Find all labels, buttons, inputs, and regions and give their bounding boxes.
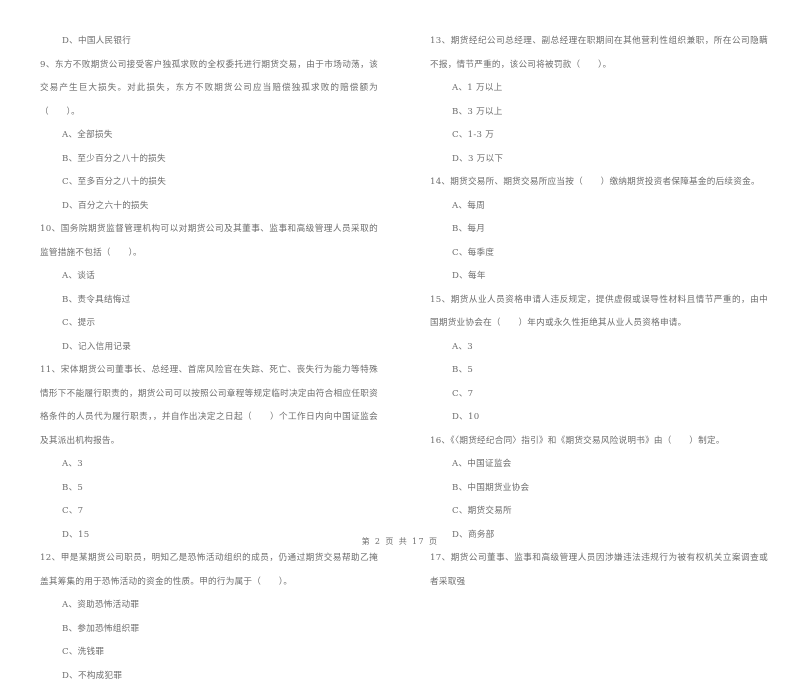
question-17-stem: 17、期货公司董事、监事和高级管理人员因涉嫌违法违规行为被有权机关立案调查或者采… xyxy=(430,547,768,594)
question-10-option-a: A、谈话 xyxy=(40,265,378,289)
question-12: 12、甲是某期货公司职员，明知乙是恐怖活动组织的成员，仍通过期货交易帮助乙掩盖其… xyxy=(40,547,378,688)
question-15-option-a: A、3 xyxy=(430,336,768,360)
question-13: 13、期货经纪公司总经理、副总经理在职期间在其他营利性组织兼职，所在公司隐瞒不报… xyxy=(430,30,768,171)
document-page: D、中国人民银行 9、东方不败期货公司接受客户独孤求败的全权委托进行期货交易，由… xyxy=(0,0,800,565)
question-12-option-a: A、资助恐怖活动罪 xyxy=(40,594,378,618)
question-13-stem: 13、期货经纪公司总经理、副总经理在职期间在其他营利性组织兼职，所在公司隐瞒不报… xyxy=(430,30,768,77)
question-16-stem: 16、《〈期货经纪合同〉指引》和《期货交易风险说明书》由（ ）制定。 xyxy=(430,430,768,454)
question-16-option-a: A、中国证监会 xyxy=(430,453,768,477)
question-12-option-b: B、参加恐怖组织罪 xyxy=(40,618,378,642)
question-14: 14、期货交易所、期货交易所应当按（ ）缴纳期货投资者保障基金的后续资金。 A、… xyxy=(430,171,768,289)
question-9-option-c: C、至多百分之八十的损失 xyxy=(40,171,378,195)
question-16-option-b: B、中国期货业协会 xyxy=(430,477,768,501)
orphan-option-d: D、中国人民银行 xyxy=(40,30,378,54)
question-10-stem: 10、国务院期货监督管理机构可以对期货公司及其董事、监事和高级管理人员采取的监管… xyxy=(40,218,378,265)
question-12-option-d: D、不构成犯罪 xyxy=(40,665,378,688)
question-10-option-c: C、提示 xyxy=(40,312,378,336)
question-15-option-c: C、7 xyxy=(430,383,768,407)
question-9-option-d: D、百分之六十的损失 xyxy=(40,195,378,219)
question-15: 15、期货从业人员资格申请人违反规定，提供虚假或误导性材料且情节严重的，由中国期… xyxy=(430,289,768,430)
question-12-option-c: C、洗钱罪 xyxy=(40,641,378,665)
question-10-option-b: B、责令具结悔过 xyxy=(40,289,378,313)
question-14-option-b: B、每月 xyxy=(430,218,768,242)
question-14-option-a: A、每周 xyxy=(430,195,768,219)
question-10: 10、国务院期货监督管理机构可以对期货公司及其董事、监事和高级管理人员采取的监管… xyxy=(40,218,378,359)
question-13-option-a: A、1 万以上 xyxy=(430,77,768,101)
question-16: 16、《〈期货经纪合同〉指引》和《期货交易风险说明书》由（ ）制定。 A、中国证… xyxy=(430,430,768,548)
question-10-option-d: D、记入信用记录 xyxy=(40,336,378,360)
question-14-option-c: C、每季度 xyxy=(430,242,768,266)
question-15-option-d: D、10 xyxy=(430,406,768,430)
question-15-stem: 15、期货从业人员资格申请人违反规定，提供虚假或误导性材料且情节严重的，由中国期… xyxy=(430,289,768,336)
right-column: 13、期货经纪公司总经理、副总经理在职期间在其他营利性组织兼职，所在公司隐瞒不报… xyxy=(400,30,800,520)
question-11-stem: 11、宋体期货公司董事长、总经理、首席风险官在失踪、死亡、丧失行为能力等特殊情形… xyxy=(40,359,378,453)
question-11-option-c: C、7 xyxy=(40,500,378,524)
question-11-option-b: B、5 xyxy=(40,477,378,501)
question-15-option-b: B、5 xyxy=(430,359,768,383)
left-column: D、中国人民银行 9、东方不败期货公司接受客户独孤求败的全权委托进行期货交易，由… xyxy=(0,30,400,520)
question-11: 11、宋体期货公司董事长、总经理、首席风险官在失踪、死亡、丧失行为能力等特殊情形… xyxy=(40,359,378,547)
question-9: 9、东方不败期货公司接受客户独孤求败的全权委托进行期货交易，由于市场动荡，该交易… xyxy=(40,54,378,219)
question-9-stem: 9、东方不败期货公司接受客户独孤求败的全权委托进行期货交易，由于市场动荡，该交易… xyxy=(40,54,378,125)
question-9-option-a: A、全部损失 xyxy=(40,124,378,148)
question-13-option-c: C、1-3 万 xyxy=(430,124,768,148)
question-13-option-d: D、3 万以下 xyxy=(430,148,768,172)
question-17: 17、期货公司董事、监事和高级管理人员因涉嫌违法违规行为被有权机关立案调查或者采… xyxy=(430,547,768,594)
question-12-stem: 12、甲是某期货公司职员，明知乙是恐怖活动组织的成员，仍通过期货交易帮助乙掩盖其… xyxy=(40,547,378,594)
question-14-stem: 14、期货交易所、期货交易所应当按（ ）缴纳期货投资者保障基金的后续资金。 xyxy=(430,171,768,195)
question-14-option-d: D、每年 xyxy=(430,265,768,289)
question-9-option-b: B、至少百分之八十的损失 xyxy=(40,148,378,172)
question-13-option-b: B、3 万以上 xyxy=(430,101,768,125)
question-16-option-c: C、期货交易所 xyxy=(430,500,768,524)
two-column-body: D、中国人民银行 9、东方不败期货公司接受客户独孤求败的全权委托进行期货交易，由… xyxy=(0,30,800,520)
page-footer: 第 2 页 共 17 页 xyxy=(0,536,800,547)
question-11-option-a: A、3 xyxy=(40,453,378,477)
